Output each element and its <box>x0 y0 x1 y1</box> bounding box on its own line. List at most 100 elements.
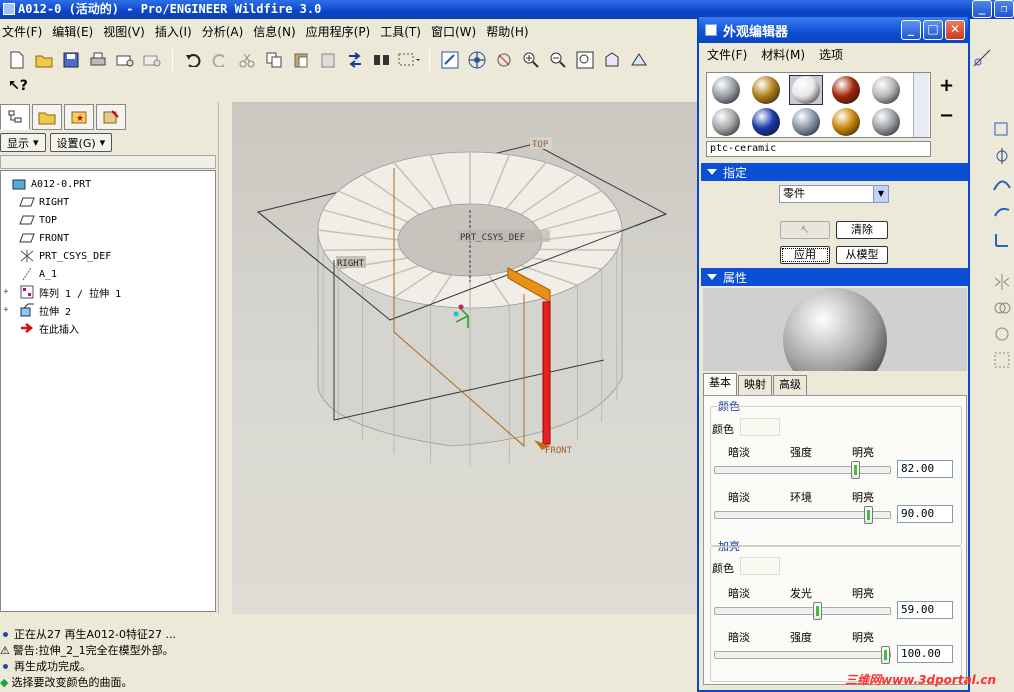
datum-axis-tool-icon[interactable] <box>992 146 1012 166</box>
material-swatch[interactable] <box>789 107 823 137</box>
remove-appearance-icon[interactable]: − <box>939 105 954 126</box>
menu-window[interactable]: 窗口(W) <box>429 23 484 40</box>
orient-mode-icon[interactable] <box>493 49 515 71</box>
favorites-tab-icon[interactable]: ★ <box>64 104 94 130</box>
merge-tool-icon[interactable] <box>992 298 1012 318</box>
intensity-slider-thumb[interactable] <box>851 461 861 479</box>
editor-menu-materials[interactable]: 材料(M) <box>761 46 805 63</box>
refit-icon[interactable] <box>574 49 596 71</box>
graphics-viewport[interactable]: TOP RIGHT FRONT PRT_CSYS_DEF <box>232 102 702 614</box>
menu-applications[interactable]: 应用程序(P) <box>304 23 379 40</box>
material-swatch[interactable] <box>709 107 743 137</box>
menu-tools[interactable]: 工具(T) <box>378 23 429 40</box>
save-icon[interactable] <box>60 49 82 71</box>
print-icon[interactable] <box>87 49 109 71</box>
trim-tool-icon[interactable] <box>992 324 1012 344</box>
measure-icon[interactable] <box>972 48 992 68</box>
select-box-icon[interactable] <box>398 49 420 71</box>
regenerate-icon[interactable] <box>344 49 366 71</box>
shininess-slider-thumb[interactable] <box>812 602 822 620</box>
settings-dropdown[interactable]: 设置(G) ▾ <box>49 133 113 152</box>
add-appearance-icon[interactable]: + <box>939 75 954 96</box>
editor-menu-file[interactable]: 文件(F) <box>707 46 747 63</box>
tree-item[interactable]: A_1 <box>1 265 215 283</box>
connections-tab-icon[interactable] <box>96 104 126 130</box>
clear-button[interactable]: 清除 <box>836 221 888 239</box>
tree-item[interactable]: + 拉伸 2 <box>1 301 215 319</box>
menu-view[interactable]: 视图(V) <box>101 23 153 40</box>
tab-advanced[interactable]: 高级 <box>773 375 807 395</box>
undo-icon[interactable] <box>182 49 204 71</box>
pick-surface-button[interactable]: ↖ <box>780 221 830 239</box>
menu-info[interactable]: 信息(N) <box>251 23 303 40</box>
menu-file[interactable]: 文件(F) <box>0 23 50 40</box>
material-swatch[interactable] <box>749 107 783 137</box>
tab-basic[interactable]: 基本 <box>703 373 737 395</box>
mirror-tool-icon[interactable] <box>992 272 1012 292</box>
tree-item[interactable]: RIGHT <box>1 193 215 211</box>
find-icon[interactable] <box>371 49 393 71</box>
ambient-slider-thumb[interactable] <box>864 506 874 524</box>
highlight-intensity-slider-thumb[interactable] <box>881 646 890 664</box>
zoom-in-icon[interactable] <box>520 49 542 71</box>
tree-item[interactable]: PRT_CSYS_DEF <box>1 247 215 265</box>
intensity-slider[interactable] <box>714 461 891 479</box>
spin-center-icon[interactable] <box>466 49 488 71</box>
repaint-icon[interactable] <box>439 49 461 71</box>
cut-icon[interactable] <box>236 49 258 71</box>
shininess-slider[interactable] <box>714 602 891 620</box>
from-model-button[interactable]: 从模型 <box>836 246 888 264</box>
material-swatch[interactable] <box>709 75 743 105</box>
tree-item[interactable]: A012-0.PRT <box>1 175 215 193</box>
datum-plane-tool-icon[interactable] <box>992 118 1012 138</box>
intensity-value-field[interactable]: 82.00 <box>897 460 953 478</box>
assign-target-select[interactable]: 零件 ▼ <box>779 185 889 203</box>
paste-icon[interactable] <box>290 49 312 71</box>
tree-expand-toggle[interactable]: + <box>1 305 11 315</box>
open-folder-icon[interactable] <box>33 49 55 71</box>
pattern-tool-icon[interactable] <box>992 350 1012 370</box>
highlight-intensity-slider[interactable] <box>714 646 891 664</box>
zoom-out-icon[interactable] <box>547 49 569 71</box>
dialog-close-button[interactable]: ✕ <box>945 20 965 40</box>
swatch-scrollbar[interactable] <box>913 73 929 137</box>
paste-special-icon[interactable] <box>317 49 339 71</box>
tree-expand-toggle[interactable]: + <box>1 287 11 297</box>
datum-curve-tool-icon[interactable] <box>992 174 1012 194</box>
menu-analysis[interactable]: 分析(A) <box>200 23 252 40</box>
email-link-icon[interactable] <box>141 49 163 71</box>
folder-browser-tab-icon[interactable] <box>32 104 62 130</box>
tree-item[interactable]: FRONT <box>1 229 215 247</box>
material-swatch[interactable] <box>749 75 783 105</box>
menu-help[interactable]: 帮助(H) <box>484 23 536 40</box>
apply-button[interactable]: 应用 <box>780 246 830 264</box>
minimize-button[interactable]: _ <box>972 0 992 18</box>
model-tree-tab-icon[interactable] <box>0 104 30 130</box>
shininess-value-field[interactable]: 59.00 <box>897 601 953 619</box>
new-file-icon[interactable] <box>6 49 28 71</box>
dialog-maximize-button[interactable]: □ <box>923 20 943 40</box>
tab-map[interactable]: 映射 <box>738 375 772 395</box>
menu-edit[interactable]: 编辑(E) <box>50 23 101 40</box>
appearance-editor-title-bar[interactable]: 外观编辑器 _ □ ✕ <box>699 17 968 43</box>
menu-insert[interactable]: 插入(I) <box>153 23 200 40</box>
csys-tool-icon[interactable] <box>992 230 1012 250</box>
properties-section-header[interactable]: 属性 <box>701 268 968 286</box>
reorient-icon[interactable] <box>601 49 623 71</box>
material-swatch[interactable] <box>869 107 903 137</box>
datum-point-tool-icon[interactable] <box>992 202 1012 222</box>
show-dropdown[interactable]: 显示 ▾ <box>0 133 46 152</box>
copy-icon[interactable] <box>263 49 285 71</box>
base-color-swatch[interactable] <box>740 418 780 436</box>
material-swatch[interactable] <box>869 75 903 105</box>
dialog-minimize-button[interactable]: _ <box>901 20 921 40</box>
highlight-intensity-value-field[interactable]: 100.00 <box>897 645 953 663</box>
highlight-color-swatch[interactable] <box>740 557 780 575</box>
restore-button[interactable]: ❐ <box>994 0 1014 18</box>
assign-section-header[interactable]: 指定 <box>701 163 968 181</box>
redo-icon[interactable] <box>209 49 231 71</box>
material-name-field[interactable]: ptc-ceramic <box>706 141 931 157</box>
panel-sash[interactable] <box>218 102 232 614</box>
ambient-value-field[interactable]: 90.00 <box>897 505 953 523</box>
material-swatch[interactable] <box>789 75 823 105</box>
